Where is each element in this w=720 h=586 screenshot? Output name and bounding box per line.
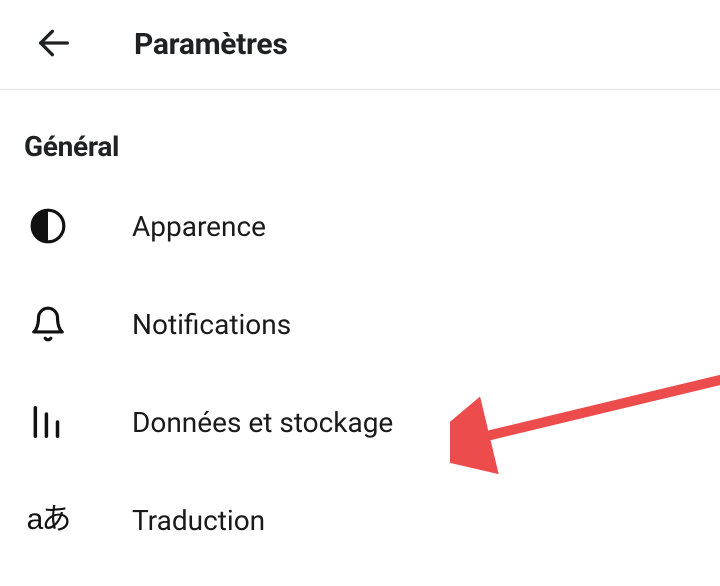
settings-item-appearance[interactable]: Apparence <box>0 177 720 275</box>
settings-item-label: Données et stockage <box>132 406 393 439</box>
arrow-left-icon <box>34 23 74 66</box>
settings-item-notifications[interactable]: Notifications <box>0 275 720 373</box>
settings-section-general: Général Apparence Notifications Don <box>0 90 720 569</box>
settings-item-translation[interactable]: aあ Traduction <box>0 471 720 569</box>
page-title: Paramètres <box>134 27 287 62</box>
bell-icon <box>24 305 72 343</box>
translation-icon: aあ <box>24 505 72 535</box>
settings-item-label: Apparence <box>132 210 266 243</box>
section-title: Général <box>0 130 720 177</box>
settings-item-label: Notifications <box>132 308 291 341</box>
contrast-icon <box>24 207 72 245</box>
bars-icon <box>24 403 72 441</box>
settings-item-label: Traduction <box>132 504 265 537</box>
back-button[interactable] <box>30 21 78 69</box>
app-header: Paramètres <box>0 0 720 90</box>
settings-item-data-storage[interactable]: Données et stockage <box>0 373 720 471</box>
